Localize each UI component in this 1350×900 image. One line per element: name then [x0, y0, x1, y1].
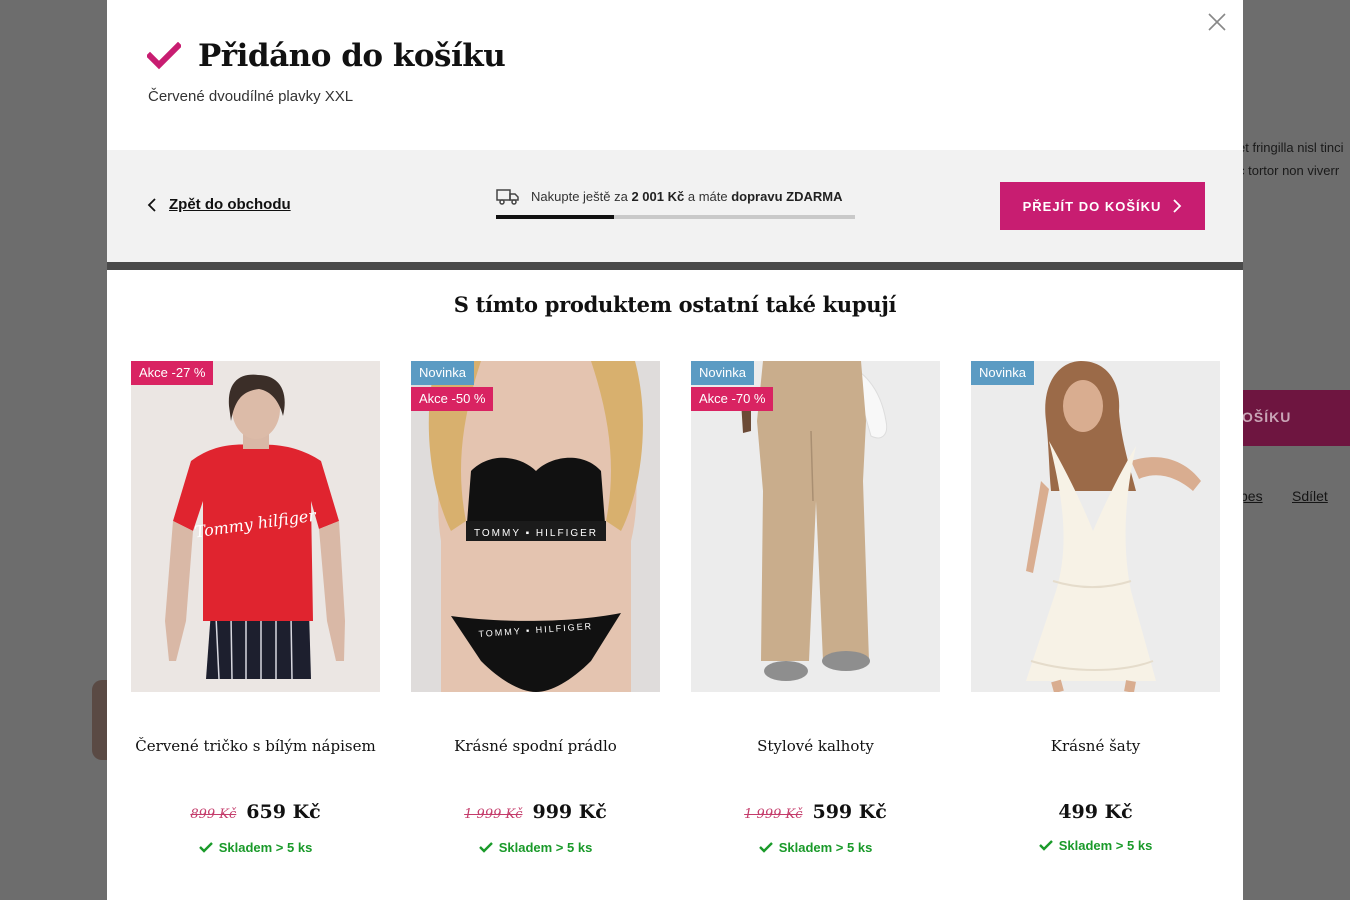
- free-shipping-label: dopravu ZDARMA: [731, 188, 843, 204]
- white-dress-model-image: [971, 361, 1220, 692]
- sale-badge: Akce -50 %: [411, 387, 494, 411]
- product-card[interactable]: Novinka Krásné šaty 499 Kč Skladem > 5 k…: [971, 361, 1220, 853]
- new-badge: Novinka: [971, 361, 1034, 385]
- cart-action-bar: Zpět do obchodu Nakupte ještě za 2 001 K…: [107, 150, 1243, 262]
- background-cart-button: OŠÍKU: [1238, 390, 1350, 446]
- shipping-text-prefix: Nakupte ještě za: [531, 188, 628, 204]
- stock-status: Skladem > 5 ks: [971, 838, 1220, 853]
- added-product-name: Červené dvoudílné plavky XXL: [148, 88, 354, 105]
- new-badge: Novinka: [691, 361, 754, 385]
- current-price: 999 Kč: [532, 801, 607, 823]
- recommendations-title: S tímto produktem ostatní také kupují: [453, 292, 897, 317]
- truck-icon: [496, 189, 519, 205]
- product-name[interactable]: Červené tričko s bílým nápisem: [131, 737, 380, 755]
- close-icon[interactable]: [1205, 10, 1229, 34]
- old-price: 899 Kč: [190, 807, 237, 822]
- stock-status: Skladem > 5 ks: [131, 840, 380, 855]
- checkmark-icon: [147, 42, 181, 70]
- product-name[interactable]: Stylové kalhoty: [691, 737, 940, 755]
- free-shipping-progress: Nakupte ještě za 2 001 Kč a máte dopravu…: [496, 186, 856, 219]
- shipping-text-middle: a máte: [687, 188, 728, 204]
- background-share-link: Sdílet: [1292, 488, 1328, 504]
- product-price: 1 999 Kč 999 Kč: [411, 801, 660, 823]
- product-image[interactable]: Tommy hilfiger Akce -27 %: [131, 361, 380, 692]
- current-price: 659 Kč: [246, 801, 321, 823]
- background-text: et fringilla nisl tinci: [1238, 140, 1344, 155]
- stock-label: Skladem > 5 ks: [778, 840, 873, 855]
- product-name[interactable]: Krásné spodní prádlo: [411, 737, 660, 755]
- product-image[interactable]: Novinka: [971, 361, 1220, 692]
- divider: [107, 262, 1243, 270]
- current-price: 499 Kč: [1058, 801, 1133, 823]
- product-card[interactable]: Tommy hilfiger Akce -27 % Červené tričko…: [131, 361, 380, 855]
- product-card[interactable]: Novinka Akce -70 % Stylové kalhoty 1 999…: [691, 361, 940, 855]
- sale-badge: Akce -70 %: [691, 387, 774, 411]
- shipping-progress-bar: [496, 215, 855, 219]
- go-to-cart-label: PŘEJÍT DO KOŠÍKU: [1022, 198, 1162, 214]
- old-price: 1 999 Kč: [464, 807, 523, 822]
- back-to-shop-link[interactable]: Zpět do obchodu: [147, 196, 291, 213]
- back-to-shop-label: Zpět do obchodu: [169, 196, 291, 213]
- old-price: 1 999 Kč: [744, 807, 803, 822]
- current-price: 599 Kč: [812, 801, 887, 823]
- chevron-left-icon: [147, 197, 156, 212]
- check-icon: [198, 842, 213, 853]
- shipping-remaining-amount: 2 001 Kč: [631, 188, 685, 204]
- added-to-cart-modal: Přidáno do košíku Červené dvoudílné plav…: [107, 0, 1243, 900]
- red-tshirt-model-image: Tommy hilfiger: [131, 361, 380, 692]
- svg-text:TOMMY ▪ HILFIGER: TOMMY ▪ HILFIGER: [474, 528, 598, 539]
- stock-label: Skladem > 5 ks: [1058, 838, 1153, 853]
- check-icon: [758, 842, 773, 853]
- go-to-cart-button[interactable]: PŘEJÍT DO KOŠÍKU: [1000, 182, 1205, 230]
- background-text: c tortor non viverr: [1238, 163, 1340, 178]
- product-image[interactable]: Novinka Akce -70 %: [691, 361, 940, 692]
- new-badge: Novinka: [411, 361, 474, 385]
- chevron-right-icon: [1173, 199, 1182, 213]
- product-price: 899 Kč 659 Kč: [131, 801, 380, 823]
- product-name[interactable]: Krásné šaty: [971, 737, 1220, 755]
- product-image[interactable]: TOMMY ▪ HILFIGER TOMMY ▪ HILFIGER Novink…: [411, 361, 660, 692]
- product-price: 1 999 Kč 599 Kč: [691, 801, 940, 823]
- stock-status: Skladem > 5 ks: [411, 840, 660, 855]
- product-price: 499 Kč: [971, 801, 1220, 823]
- stock-status: Skladem > 5 ks: [691, 840, 940, 855]
- modal-title: Přidáno do košíku: [198, 38, 506, 74]
- sale-badge: Akce -27 %: [131, 361, 214, 385]
- product-card[interactable]: TOMMY ▪ HILFIGER TOMMY ▪ HILFIGER Novink…: [411, 361, 660, 855]
- background-link: pes: [1240, 488, 1263, 504]
- check-icon: [1038, 840, 1053, 851]
- stock-label: Skladem > 5 ks: [218, 840, 313, 855]
- stock-label: Skladem > 5 ks: [498, 840, 593, 855]
- shipping-progress-fill: [496, 215, 615, 219]
- check-icon: [478, 842, 493, 853]
